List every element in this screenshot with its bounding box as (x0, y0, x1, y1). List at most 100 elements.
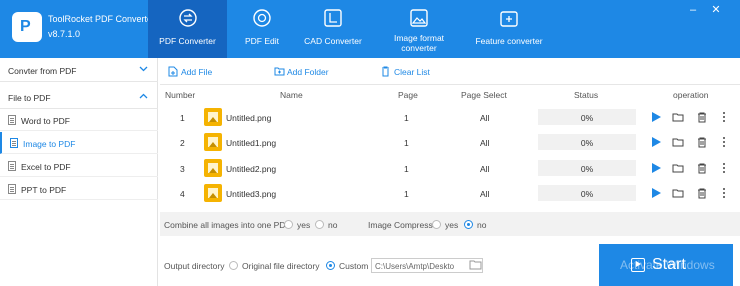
add-file-button[interactable]: Add File (168, 65, 228, 79)
combine-no-radio[interactable] (315, 220, 324, 229)
custom-directory-radio[interactable] (326, 261, 335, 270)
tab-pdf-edit[interactable]: PDF Edit (227, 0, 297, 58)
trash-icon[interactable] (696, 136, 708, 148)
row-status: 0% (538, 134, 636, 150)
trash-icon[interactable] (696, 187, 708, 199)
tab-cad-converter[interactable]: CAD Converter (297, 0, 369, 58)
trash-icon[interactable] (696, 111, 708, 123)
row-page: 1 (404, 113, 409, 123)
sidebar-item-label: PPT to PDF (21, 185, 67, 195)
sidebar-group-label: Convter from PDF (8, 66, 77, 76)
app-title: ToolRocket PDF Converter (48, 14, 156, 24)
original-directory-label[interactable]: Original file directory (242, 261, 319, 271)
row-page-select[interactable]: All (480, 164, 489, 174)
add-file-label: Add File (181, 67, 213, 77)
row-status-text: 0% (580, 164, 594, 174)
row-page-select[interactable]: All (480, 189, 489, 199)
sidebar-group-label: File to PDF (8, 93, 51, 103)
folder-icon[interactable] (672, 136, 684, 148)
table-row[interactable]: 1 Untitled.png 1 All 0% (160, 106, 740, 128)
compress-yes-radio[interactable] (432, 220, 441, 229)
trash-icon[interactable] (696, 162, 708, 174)
table-row[interactable]: 2 Untitled1.png 1 All 0% (160, 131, 740, 153)
sidebar-group-convert-from-pdf[interactable]: Convter from PDF (0, 58, 158, 82)
row-page: 1 (404, 164, 409, 174)
file-icon (8, 184, 16, 194)
image-file-icon (10, 138, 18, 148)
image-thumbnail-icon (204, 184, 222, 202)
output-path-field[interactable]: C:\Users\Amtp\Deskto (371, 258, 483, 273)
play-icon[interactable] (650, 187, 662, 199)
original-directory-radio[interactable] (229, 261, 238, 270)
row-page-select[interactable]: All (480, 138, 489, 148)
row-number: 4 (180, 189, 185, 199)
row-name: Untitled1.png (226, 138, 277, 148)
folder-icon[interactable] (672, 187, 684, 199)
image-thumbnail-icon (204, 159, 222, 177)
browse-folder-icon[interactable] (469, 259, 482, 270)
tab-label: PDF Edit (244, 36, 279, 46)
folder-icon[interactable] (672, 162, 684, 174)
clear-list-label: Clear List (394, 67, 430, 77)
clear-list-icon (382, 66, 389, 77)
combine-yes-radio[interactable] (284, 220, 293, 229)
chevron-down-icon (139, 66, 148, 72)
table-row[interactable]: 3 Untitled2.png 1 All 0% (160, 157, 740, 179)
convert-icon (178, 9, 197, 27)
more-icon[interactable] (718, 187, 730, 199)
add-folder-icon (274, 67, 285, 76)
row-status: 0% (538, 109, 636, 125)
play-icon[interactable] (650, 111, 662, 123)
add-folder-label: Add Folder (287, 67, 329, 77)
tab-label: Image format converter (393, 33, 445, 53)
tab-pdf-converter[interactable]: PDF Converter (148, 0, 227, 58)
minimize-icon[interactable]: – (686, 3, 700, 17)
file-icon (8, 161, 16, 171)
tab-label: PDF Converter (159, 36, 216, 46)
row-number: 3 (180, 164, 185, 174)
sidebar-item-image-to-pdf[interactable]: Image to PDF (0, 132, 158, 154)
row-number: 1 (180, 113, 185, 123)
header-operation: operation (673, 90, 709, 100)
custom-directory-label[interactable]: Custom (339, 261, 368, 271)
more-icon[interactable] (718, 162, 730, 174)
compress-label: Image Compress (368, 220, 433, 230)
compress-no-radio[interactable] (464, 220, 473, 229)
add-folder-button[interactable]: Add Folder (274, 65, 334, 79)
row-status-text: 0% (580, 189, 594, 199)
output-directory-label: Output directory (164, 261, 225, 271)
more-icon[interactable] (718, 136, 730, 148)
row-number: 2 (180, 138, 185, 148)
add-file-icon (168, 66, 178, 77)
file-icon (8, 115, 16, 125)
app-logo: P (12, 12, 42, 42)
sidebar-item-label: Image to PDF (23, 139, 76, 149)
row-page-select[interactable]: All (480, 113, 489, 123)
close-icon[interactable]: ✕ (709, 3, 723, 17)
tab-feature-converter[interactable]: Feature converter (470, 0, 548, 58)
sidebar-item-word-to-pdf[interactable]: Word to PDF (0, 109, 158, 131)
combine-yes-label[interactable]: yes (297, 220, 310, 230)
tab-image-format-converter[interactable]: Image format converter (378, 0, 460, 58)
sidebar-group-file-to-pdf[interactable]: File to PDF (0, 85, 158, 109)
row-name: Untitled3.png (226, 189, 277, 199)
play-icon[interactable] (650, 136, 662, 148)
play-icon[interactable] (650, 162, 662, 174)
header-name: Name (280, 90, 303, 100)
row-status-text: 0% (580, 113, 594, 123)
clear-list-button[interactable]: Clear List (381, 65, 431, 79)
chevron-up-icon (139, 93, 148, 99)
compress-no-label[interactable]: no (477, 220, 486, 230)
tab-label: CAD Converter (304, 36, 362, 46)
row-status: 0% (538, 185, 636, 201)
combine-no-label[interactable]: no (328, 220, 337, 230)
sidebar: Convter from PDF File to PDF Word to PDF… (0, 58, 158, 286)
sidebar-item-excel-to-pdf[interactable]: Excel to PDF (0, 155, 158, 177)
folder-icon[interactable] (672, 111, 684, 123)
sidebar-item-ppt-to-pdf[interactable]: PPT to PDF (0, 178, 158, 200)
feature-icon (500, 11, 518, 27)
more-icon[interactable] (718, 111, 730, 123)
app-version: v8.7.1.0 (48, 29, 81, 39)
table-row[interactable]: 4 Untitled3.png 1 All 0% (160, 182, 740, 204)
compress-yes-label[interactable]: yes (445, 220, 458, 230)
